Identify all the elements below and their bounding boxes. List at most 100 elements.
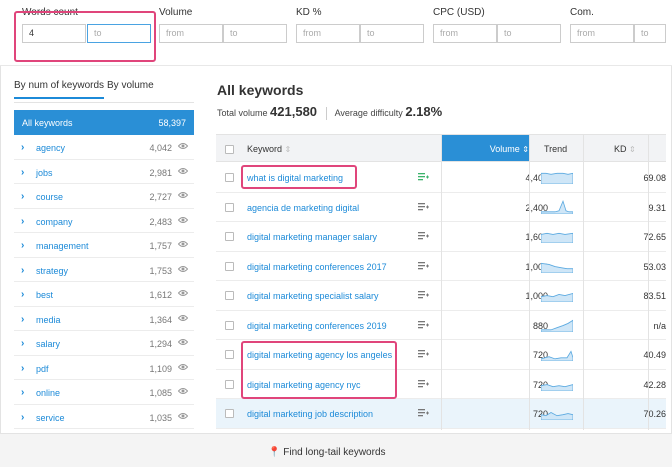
chevron-right-icon[interactable]: ›	[21, 191, 24, 202]
volume-from-input[interactable]: from	[159, 24, 223, 43]
eye-icon[interactable]	[178, 314, 188, 322]
column-kd[interactable]: KD ⇕	[614, 144, 636, 154]
group-label: salary	[36, 339, 61, 349]
total-volume-label: Total volume	[217, 108, 268, 118]
row-checkbox[interactable]	[225, 320, 234, 330]
chevron-right-icon[interactable]: ›	[21, 338, 24, 349]
keyword-link[interactable]: digital marketing manager salary	[247, 232, 377, 242]
serp-features-icon[interactable]	[418, 320, 429, 329]
group-item[interactable]: › company 2,483	[14, 209, 194, 233]
page-title: All keywords	[217, 82, 304, 98]
serp-features-icon[interactable]	[418, 232, 429, 240]
group-item[interactable]: › service 1,035	[14, 405, 194, 429]
column-divider	[648, 134, 649, 430]
chevron-right-icon[interactable]: ›	[21, 363, 24, 374]
com-to-input[interactable]: to	[634, 24, 666, 43]
group-label: management	[36, 241, 89, 251]
column-divider	[441, 134, 442, 430]
column-volume[interactable]: Volume ⇕	[441, 135, 529, 161]
group-item[interactable]: › salary 1,294	[14, 331, 194, 356]
group-item[interactable]: › course 2,727	[14, 184, 194, 209]
eye-icon[interactable]	[178, 338, 188, 346]
serp-features-icon[interactable]	[418, 261, 429, 270]
eye-icon[interactable]	[178, 142, 188, 150]
com-from-input[interactable]: from	[570, 24, 634, 43]
group-count: 2,483	[149, 216, 172, 227]
group-item[interactable]: › management 1,757	[14, 233, 194, 258]
column-keyword[interactable]: Keyword ⇕	[247, 144, 291, 154]
serp-features-icon[interactable]	[418, 409, 429, 417]
row-checkbox[interactable]	[225, 379, 234, 389]
eye-icon[interactable]	[178, 191, 188, 199]
group-item[interactable]: › strategy 1,753	[14, 258, 194, 282]
row-checkbox[interactable]	[225, 261, 234, 271]
avg-difficulty-value: 2.18%	[405, 104, 443, 119]
group-item[interactable]: › pdf 1,109	[14, 356, 194, 380]
eye-icon[interactable]	[178, 167, 188, 175]
group-item[interactable]: › media 1,364	[14, 307, 194, 331]
serp-features-icon[interactable]	[418, 173, 429, 181]
row-checkbox[interactable]	[225, 232, 234, 241]
caption-bar: 📍 Find long-tail keywords	[0, 433, 672, 467]
keyword-link[interactable]: agencia de marketing digital	[247, 203, 359, 213]
summary-stats: Total volume 421,580 Average difficulty …	[217, 104, 443, 121]
chevron-right-icon[interactable]: ›	[21, 387, 24, 398]
kd-cell: 40.49	[643, 350, 666, 360]
serp-features-icon[interactable]	[418, 350, 429, 358]
row-checkbox[interactable]	[225, 409, 234, 418]
column-kd-label: KD	[614, 144, 627, 154]
eye-icon[interactable]	[178, 216, 188, 224]
sort-icon: ⇕	[284, 145, 292, 154]
group-count: 1,753	[149, 265, 172, 276]
eye-icon[interactable]	[178, 265, 188, 273]
trend-sparkline	[541, 262, 573, 273]
eye-icon[interactable]	[178, 289, 188, 297]
row-checkbox[interactable]	[225, 202, 234, 212]
keyword-link[interactable]: digital marketing conferences 2019	[247, 321, 387, 331]
group-item[interactable]: › best 1,612	[14, 282, 194, 307]
row-checkbox[interactable]	[225, 173, 234, 182]
chevron-right-icon[interactable]: ›	[21, 142, 24, 153]
chevron-right-icon[interactable]: ›	[21, 240, 24, 251]
trend-sparkline	[541, 350, 573, 361]
group-count: 1,757	[149, 241, 172, 251]
group-all-keywords[interactable]: All keywords 58,397	[14, 110, 194, 135]
chevron-right-icon[interactable]: ›	[21, 412, 24, 423]
eye-icon[interactable]	[178, 240, 188, 248]
keyword-link[interactable]: digital marketing specialist salary	[247, 291, 379, 301]
kd-to-input[interactable]: to	[360, 24, 424, 43]
tab-by-num-keywords[interactable]: By num of keywords	[14, 80, 105, 99]
group-item[interactable]: › jobs 2,981	[14, 160, 194, 184]
cpc-from-input[interactable]: from	[433, 24, 497, 43]
serp-features-icon[interactable]	[418, 379, 429, 388]
kd-from-input[interactable]: from	[296, 24, 360, 43]
kd-cell: 53.03	[643, 261, 666, 272]
group-item[interactable]: › online 1,085	[14, 380, 194, 405]
volume-to-input[interactable]: to	[223, 24, 287, 43]
select-all-checkbox[interactable]	[225, 145, 234, 154]
chevron-right-icon[interactable]: ›	[21, 314, 24, 325]
keyword-link[interactable]: digital marketing conferences 2017	[247, 262, 387, 272]
chevron-right-icon[interactable]: ›	[21, 289, 24, 300]
row-checkbox[interactable]	[225, 291, 234, 300]
keyword-link[interactable]: digital marketing job description	[247, 409, 373, 419]
serp-features-icon[interactable]	[418, 291, 429, 299]
group-label: online	[36, 388, 61, 398]
trend-sparkline	[541, 232, 573, 243]
chevron-right-icon[interactable]: ›	[21, 216, 24, 227]
group-label: course	[36, 192, 64, 202]
kd-label: KD %	[296, 7, 322, 18]
row-checkbox[interactable]	[225, 350, 234, 359]
chevron-right-icon[interactable]: ›	[21, 167, 24, 178]
eye-icon[interactable]	[178, 363, 188, 371]
serp-features-icon[interactable]	[418, 202, 429, 211]
tab-by-volume[interactable]: By volume	[107, 80, 154, 91]
cpc-to-input[interactable]: to	[497, 24, 561, 43]
eye-icon[interactable]	[178, 412, 188, 420]
trend-sparkline	[541, 199, 573, 214]
group-item[interactable]: › agency 4,042	[14, 135, 194, 160]
eye-icon[interactable]	[178, 387, 188, 395]
trend-sparkline	[541, 172, 573, 184]
group-label: strategy	[36, 265, 69, 276]
chevron-right-icon[interactable]: ›	[21, 265, 24, 276]
